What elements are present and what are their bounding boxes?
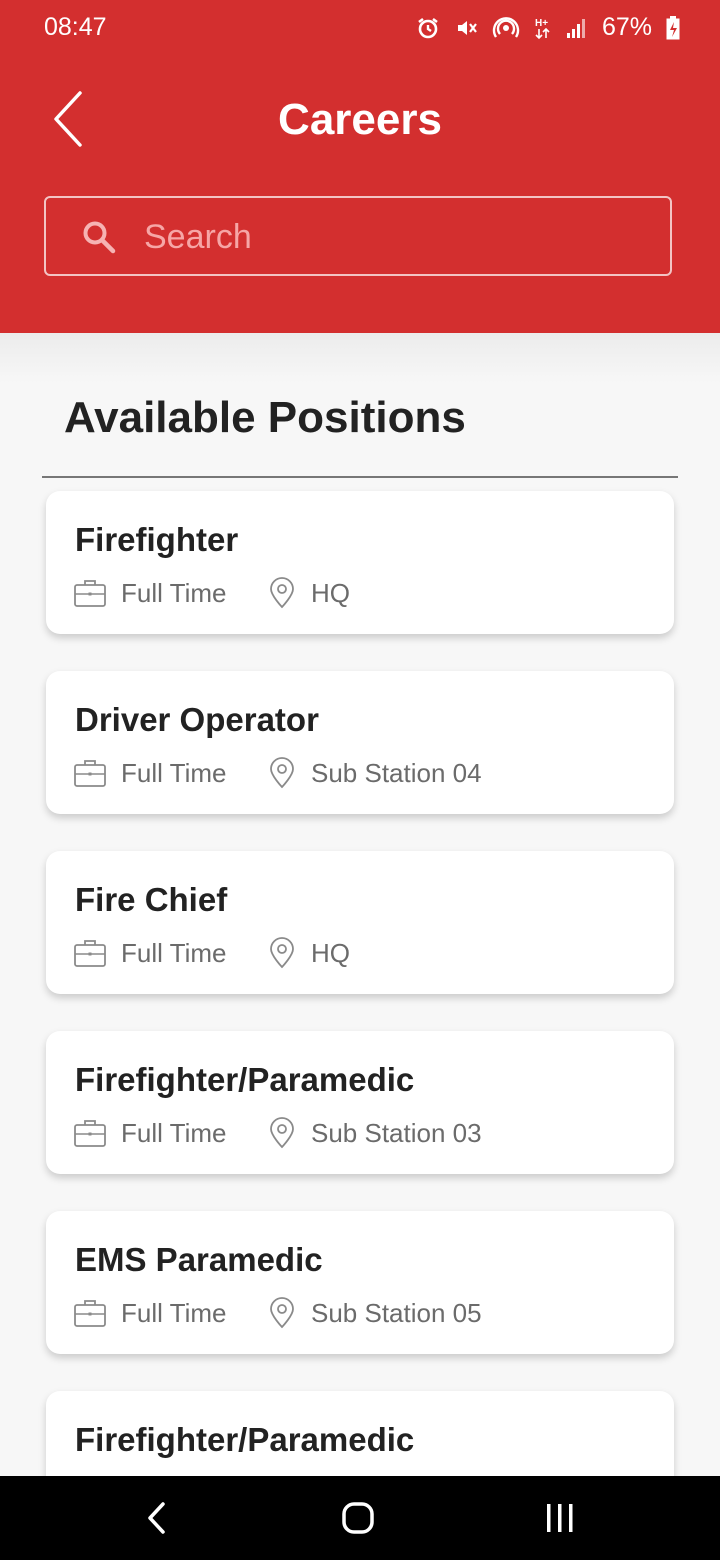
job-meta: Full Time Sub Station 04 bbox=[74, 757, 482, 789]
hplus-data-icon: H+ bbox=[535, 18, 550, 39]
job-title: EMS Paramedic bbox=[75, 1241, 323, 1278]
briefcase-icon bbox=[74, 760, 106, 787]
job-card[interactable]: EMS Paramedic Full Time Sub Station 05 bbox=[46, 1211, 674, 1354]
navigation-bar bbox=[0, 1476, 720, 1560]
job-location: HQ bbox=[311, 937, 350, 968]
job-card[interactable]: Driver Operator Full Time Sub Station 04 bbox=[46, 671, 674, 814]
job-card[interactable]: Firefighter/Paramedic bbox=[46, 1391, 674, 1476]
job-meta: Full Time Sub Station 03 bbox=[74, 1117, 482, 1149]
location-pin-icon bbox=[270, 1297, 294, 1329]
app-header: 08:47 H+ 67% Careers Search bbox=[0, 0, 720, 333]
job-type: Full Time bbox=[121, 1297, 227, 1328]
job-meta: Full Time HQ bbox=[74, 937, 350, 969]
content-area: Available Positions Firefighter Full Time… bbox=[0, 333, 720, 1476]
job-card[interactable]: Firefighter Full Time HQ bbox=[46, 491, 674, 634]
location-pin-icon bbox=[270, 757, 294, 789]
location-pin-icon bbox=[270, 937, 294, 969]
job-card[interactable]: Fire Chief Full Time HQ bbox=[46, 851, 674, 994]
job-title: Firefighter/Paramedic bbox=[75, 1421, 415, 1458]
location-pin-icon bbox=[270, 1117, 294, 1149]
page-title: Careers bbox=[278, 95, 442, 144]
search-box[interactable] bbox=[44, 196, 672, 276]
status-icons: H+ 67% bbox=[416, 13, 680, 42]
alarm-icon bbox=[418, 17, 438, 38]
job-location: Sub Station 05 bbox=[311, 1297, 482, 1328]
nav-home-button[interactable] bbox=[334, 1496, 382, 1540]
briefcase-icon bbox=[74, 940, 106, 967]
job-type: Full Time bbox=[121, 577, 227, 608]
search-input[interactable] bbox=[142, 212, 646, 262]
briefcase-icon bbox=[74, 1300, 106, 1327]
job-location: HQ bbox=[311, 577, 350, 608]
svg-text:H+: H+ bbox=[535, 18, 548, 29]
briefcase-icon bbox=[74, 1120, 106, 1147]
job-title: Fire Chief bbox=[75, 881, 228, 918]
home-nav-icon bbox=[342, 1502, 374, 1534]
section-divider bbox=[42, 476, 678, 478]
signal-icon bbox=[566, 18, 585, 38]
status-bar: 08:47 H+ 67% bbox=[0, 0, 720, 56]
recents-nav-icon bbox=[547, 1504, 573, 1532]
mute-vibrate-icon bbox=[457, 20, 477, 35]
job-location: Sub Station 04 bbox=[311, 757, 482, 788]
search-icon bbox=[83, 221, 116, 254]
nav-recents-button[interactable] bbox=[536, 1496, 584, 1540]
job-title: Firefighter bbox=[75, 521, 239, 558]
briefcase-icon bbox=[74, 580, 106, 607]
location-pin-icon bbox=[270, 577, 294, 609]
battery-charging-icon bbox=[666, 15, 680, 39]
status-time: 08:47 bbox=[44, 13, 107, 41]
job-card[interactable]: Firefighter/Paramedic Full Time Sub Statio… bbox=[46, 1031, 674, 1174]
battery-percent: 67% bbox=[601, 13, 652, 41]
job-type: Full Time bbox=[121, 757, 227, 788]
job-title: Driver Operator bbox=[75, 701, 319, 738]
job-location: Sub Station 03 bbox=[311, 1117, 482, 1148]
job-type: Full Time bbox=[121, 937, 227, 968]
hotspot-icon bbox=[492, 16, 520, 38]
job-meta: Full Time Sub Station 05 bbox=[74, 1297, 482, 1329]
section-title: Available Positions bbox=[64, 393, 466, 442]
nav-back-button[interactable] bbox=[132, 1496, 180, 1540]
back-nav-icon bbox=[148, 1502, 165, 1534]
job-title: Firefighter/Paramedic bbox=[75, 1061, 415, 1098]
job-type: Full Time bbox=[121, 1117, 227, 1148]
job-meta: Full Time HQ bbox=[74, 577, 350, 609]
